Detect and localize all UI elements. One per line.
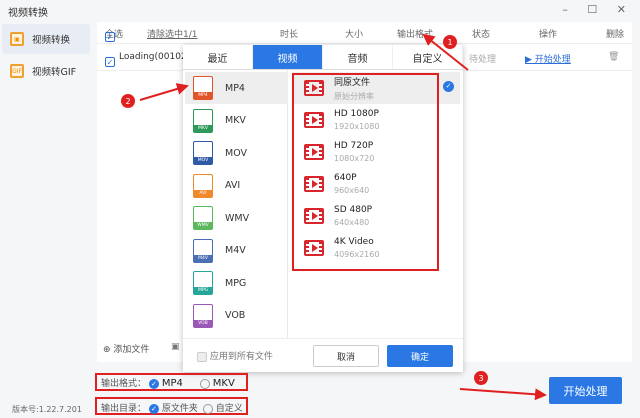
mkv-file-icon: MKV bbox=[193, 108, 213, 133]
check-icon: ✓ bbox=[443, 81, 454, 92]
format-item-m4v[interactable]: M4V M4V bbox=[185, 235, 288, 267]
format-label: MP4 bbox=[225, 82, 245, 94]
dir-radio-source[interactable]: ✓ 原文件夹 bbox=[148, 403, 198, 414]
format-item-mkv[interactable]: MKV MKV bbox=[185, 105, 288, 137]
format-item-vob[interactable]: VOB VOB bbox=[185, 300, 288, 332]
apply-all-label: 应用到所有文件 bbox=[209, 352, 273, 362]
tab-audio[interactable]: 音频 bbox=[323, 45, 393, 69]
start-process-button[interactable]: 开始处理 bbox=[549, 377, 622, 404]
sidebar-item-video-convert[interactable]: ▣ 视频转换 bbox=[2, 24, 90, 54]
sidebar-item-gif[interactable]: GIF 视频转GIF bbox=[2, 56, 90, 86]
sidebar-item-label: 视频转换 bbox=[32, 35, 71, 46]
output-dir-group: 输出目录： ✓ 原文件夹 自定义 bbox=[101, 401, 243, 414]
format-item-mov[interactable]: MOV MOV bbox=[185, 137, 288, 169]
annotation-badge-3: 3 bbox=[474, 371, 488, 385]
table-header: ✓ 全选 清除选中1/1 时长 大小 输出格式 状态 操作 删除 bbox=[97, 22, 632, 44]
cancel-button[interactable]: 取消 bbox=[313, 345, 379, 367]
mov-file-icon: MOV bbox=[193, 141, 213, 165]
icon-label: MPG bbox=[194, 287, 212, 294]
radio-label: 原文件夹 bbox=[161, 404, 198, 414]
icon-label: M4V bbox=[194, 254, 212, 262]
apply-all-checkbox[interactable]: 应用到所有文件 bbox=[197, 349, 273, 362]
format-label: MOV bbox=[225, 147, 248, 159]
output-format-label: 输出格式： bbox=[101, 379, 147, 389]
vob-file-icon: VOB bbox=[193, 303, 213, 328]
tab-custom[interactable]: 自定义 bbox=[393, 45, 463, 69]
format-list: MP4 MP4 MKV MKV MOV MOV AVI AVI WMV WMV M4V M4V MPG M… bbox=[185, 70, 288, 338]
sidebar: ▣ 视频转换 GIF 视频转GIF bbox=[0, 22, 92, 342]
add-file-button[interactable]: ⊕ 添加文件 bbox=[103, 342, 149, 355]
clear-selected-link[interactable]: 清除选中1/1 bbox=[147, 27, 198, 40]
start-process-link[interactable]: ▶ 开始处理 bbox=[525, 52, 571, 65]
icon-label: VOB bbox=[194, 319, 212, 327]
file-status: 待处理 bbox=[469, 55, 497, 65]
format-popup: 最近 视频 音频 自定义 MP4 MP4 MKV MKV MOV MOV AVI AVI WMV… bbox=[183, 45, 463, 372]
format-label: WMV bbox=[225, 212, 250, 224]
file-name: Loading(001022 bbox=[119, 52, 193, 62]
mp4-file-icon: MP4 bbox=[193, 76, 213, 100]
format-label: MPG bbox=[225, 277, 247, 289]
format-label: MKV bbox=[225, 115, 246, 126]
arrow-3 bbox=[459, 388, 547, 401]
format-item-mpg[interactable]: MPG MPG bbox=[185, 267, 288, 299]
wmv-file-icon: WMV bbox=[193, 206, 213, 230]
format-item-wmv[interactable]: WMV WMV bbox=[185, 202, 288, 234]
output-dir-label: 输出目录： bbox=[101, 404, 147, 414]
gif-icon: GIF bbox=[10, 64, 24, 78]
radio-label: MKV bbox=[212, 378, 235, 389]
col-delete: 删除 bbox=[606, 30, 625, 40]
tab-video[interactable]: 视频 bbox=[253, 45, 323, 69]
format-label: AVI bbox=[225, 180, 241, 191]
col-size: 大小 bbox=[345, 30, 364, 40]
window-controls[interactable]: – ☐ ✕ bbox=[562, 3, 634, 16]
icon-label: WMV bbox=[194, 222, 212, 229]
window-title: 视频转换 bbox=[8, 8, 48, 19]
add-folder-icon[interactable]: ▣ bbox=[171, 342, 180, 352]
col-status: 状态 bbox=[472, 30, 491, 40]
avi-file-icon: AVI bbox=[193, 173, 213, 198]
select-all-checkbox[interactable]: ✓ 全选 bbox=[105, 27, 123, 42]
annotation-box bbox=[292, 73, 439, 271]
col-format: 输出格式 bbox=[397, 30, 434, 40]
radio-label: MP4 bbox=[161, 378, 183, 389]
dir-radio-custom[interactable]: 自定义 bbox=[202, 403, 243, 414]
mpg-file-icon: MPG bbox=[193, 271, 213, 295]
version-text: 版本号:1.22.7.201 bbox=[12, 405, 82, 414]
confirm-button[interactable]: 确定 bbox=[387, 345, 453, 367]
format-radio-mkv[interactable]: MKV bbox=[199, 378, 235, 389]
tab-recent[interactable]: 最近 bbox=[183, 45, 253, 69]
plus-circle-icon: ⊕ bbox=[103, 345, 111, 355]
sidebar-item-label: 视频转GIF bbox=[32, 67, 77, 78]
icon-label: MKV bbox=[194, 124, 212, 132]
format-radio-mp4[interactable]: ✓ MP4 bbox=[148, 378, 183, 389]
trash-icon[interactable]: 🗑 bbox=[608, 52, 619, 62]
format-label: M4V bbox=[225, 245, 246, 256]
icon-label: MP4 bbox=[194, 92, 212, 99]
annotation-badge-1: 1 bbox=[443, 35, 457, 49]
format-item-mp4[interactable]: MP4 MP4 bbox=[185, 72, 288, 104]
annotation-badge-2: 2 bbox=[121, 94, 135, 108]
col-action: 操作 bbox=[539, 30, 558, 40]
video-convert-icon: ▣ bbox=[10, 32, 24, 46]
icon-label: MOV bbox=[194, 157, 212, 164]
icon-label: AVI bbox=[194, 189, 212, 197]
format-item-avi[interactable]: AVI AVI bbox=[185, 170, 288, 202]
m4v-file-icon: M4V bbox=[193, 238, 213, 263]
output-format-group: 输出格式： ✓ MP4 MKV bbox=[101, 376, 235, 389]
radio-label: 自定义 bbox=[215, 404, 243, 414]
format-label: VOB bbox=[225, 310, 246, 321]
col-duration: 时长 bbox=[280, 30, 299, 40]
add-file-label: 添加文件 bbox=[113, 345, 150, 355]
